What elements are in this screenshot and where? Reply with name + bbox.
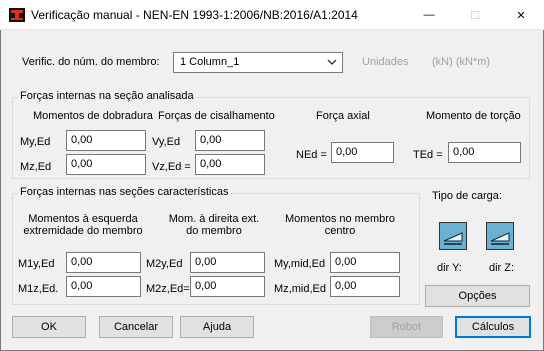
minimize-icon: —: [423, 9, 435, 21]
m1y-ed-label: M1y,Ed: [18, 258, 55, 270]
ned-label: NEd =: [296, 149, 327, 161]
help-button[interactable]: Ajuda: [180, 316, 254, 338]
m1z-ed-input[interactable]: 0,00: [66, 276, 141, 297]
units-value: (kN) (kN*m): [432, 56, 491, 68]
mid-moments-title: Momentos no membro centro: [284, 213, 396, 237]
m1z-ed-label: M1z,Ed.: [18, 283, 59, 295]
bending-moments-title: Momentos de dobradura: [33, 110, 153, 122]
my-ed-label: My,Ed: [20, 136, 51, 148]
characteristic-forces-title: Forças internas nas seções característic…: [18, 186, 231, 198]
units-label: Unidades: [362, 56, 409, 68]
mz-mid-ed-input[interactable]: 0,00: [330, 276, 400, 297]
calculations-button[interactable]: Cálculos: [455, 316, 531, 338]
my-ed-input[interactable]: 0,00: [66, 130, 146, 151]
dir-z-label: dir Z:: [489, 262, 515, 274]
load-type-title: Tipo de carga:: [432, 190, 502, 202]
load-dir-z-button[interactable]: [486, 222, 514, 250]
maximize-icon: ☐: [470, 9, 480, 22]
mz-ed-label: Mz,Ed: [20, 161, 52, 173]
right-end-moments-title: Mom. à direita ext. do membro: [168, 213, 260, 237]
ned-input[interactable]: 0,00: [331, 142, 394, 163]
ok-button[interactable]: OK: [12, 316, 86, 338]
cancel-button[interactable]: Cancelar: [99, 316, 173, 338]
vy-ed-input[interactable]: 0,00: [195, 130, 265, 151]
robot-button: Robot: [370, 316, 443, 338]
mz-ed-input[interactable]: 0,00: [66, 154, 146, 175]
member-label: Verific. do núm. do membro:: [22, 56, 160, 68]
close-button[interactable]: ✕: [498, 0, 544, 30]
m1y-ed-input[interactable]: 0,00: [66, 252, 141, 273]
m2y-ed-label: M2y,Ed: [146, 258, 183, 270]
load-dir-y-button[interactable]: [439, 222, 467, 250]
close-icon: ✕: [516, 9, 526, 22]
axial-force-title: Força axial: [316, 110, 370, 122]
maximize-button: ☐: [452, 0, 498, 30]
window-title: Verificação manual - NEN-EN 1993-1:2006/…: [31, 8, 358, 22]
minimize-button[interactable]: —: [406, 0, 452, 30]
m2z-ed-input[interactable]: 0,00: [190, 276, 265, 297]
load-dir-z-icon: [487, 223, 513, 249]
left-end-moments-title: Momentos à esquerda extremidade do membr…: [23, 213, 143, 237]
my-mid-ed-input[interactable]: 0,00: [330, 252, 400, 273]
vz-ed-input[interactable]: 0,00: [195, 154, 265, 175]
chevron-down-icon: [327, 59, 337, 65]
torsion-moment-title: Momento de torção: [426, 110, 521, 122]
member-select[interactable]: 1 Column_1: [173, 52, 343, 73]
my-mid-ed-label: My,mid,Ed: [274, 258, 326, 270]
load-dir-y-icon: [440, 223, 466, 249]
options-button[interactable]: Opções: [425, 285, 530, 307]
ted-input[interactable]: 0,00: [448, 142, 521, 163]
section-forces-title: Forças internas na seção analisada: [18, 90, 196, 102]
mz-mid-ed-label: Mz,mid,Ed: [274, 283, 326, 295]
app-logo-icon: [9, 8, 25, 22]
m2z-ed-label: M2z,Ed=: [146, 283, 190, 295]
member-select-value: 1 Column_1: [180, 56, 240, 68]
dir-y-label: dir Y:: [437, 262, 462, 274]
m2y-ed-input[interactable]: 0,00: [190, 252, 265, 273]
shear-forces-title: Forças de cisalhamento: [158, 110, 275, 122]
ted-label: TEd =: [413, 149, 443, 161]
vz-ed-label: Vz,Ed =: [152, 161, 191, 173]
vy-ed-label: Vy,Ed: [152, 136, 181, 148]
